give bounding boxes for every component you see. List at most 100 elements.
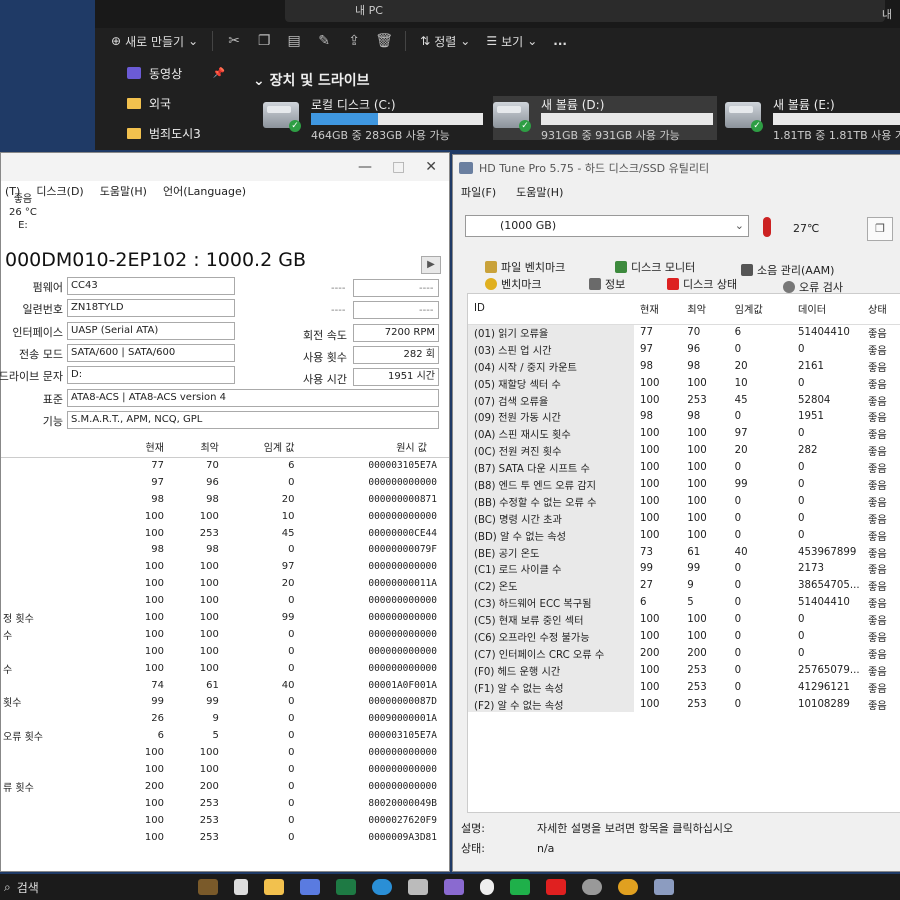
minimize-icon[interactable]: — bbox=[358, 159, 372, 175]
table-row[interactable]: 류 횟수 200 200 0 000000000000 bbox=[1, 778, 449, 795]
drive-c[interactable]: ✓ 로컬 디스크 (C:) 464GB 중 283GB 사용 가능 bbox=[263, 96, 489, 142]
table-row[interactable]: (F1) 알 수 없는 속성 100 253 0 41296121 좋음 bbox=[468, 678, 900, 696]
table-row[interactable]: (04) 시작 / 중지 카운트 98 98 20 2161 좋음 bbox=[468, 357, 900, 375]
table-row[interactable]: 100 253 0 80020000049B bbox=[1, 795, 449, 812]
tab-benchmark[interactable]: 벤치마크 bbox=[485, 276, 541, 292]
share-icon[interactable]: ⇪ bbox=[339, 33, 369, 49]
taskview-icon[interactable] bbox=[234, 879, 248, 895]
gallery-icon[interactable] bbox=[198, 879, 218, 895]
tab-health[interactable]: 디스크 상태 bbox=[667, 276, 737, 292]
table-row[interactable]: (BD) 알 수 없는 속성 100 100 0 0 좋음 bbox=[468, 526, 900, 544]
table-row[interactable]: (BC) 명령 시간 초과 100 100 0 0 좋음 bbox=[468, 509, 900, 527]
column-header[interactable]: 최악 bbox=[681, 294, 729, 325]
copy-icon[interactable]: ❐ bbox=[249, 33, 279, 49]
util-icon[interactable] bbox=[654, 879, 674, 895]
table-row[interactable]: 100 253 0 0000009A3D81 bbox=[1, 829, 449, 846]
column-header[interactable]: 임계값 bbox=[728, 294, 792, 325]
play-icon[interactable]: ▶ bbox=[421, 256, 441, 274]
naver-icon[interactable] bbox=[510, 879, 530, 895]
sidebar-item-videos[interactable]: 동영상 📌 bbox=[95, 58, 245, 88]
table-row[interactable]: (BE) 공기 온도 73 61 40 453967899 좋음 bbox=[468, 543, 900, 561]
column-header[interactable]: 원시 값 bbox=[306, 437, 449, 458]
column-header[interactable]: 데이터 bbox=[792, 294, 862, 325]
table-row[interactable]: (B7) SATA 다운 시프트 수 100 100 0 0 좋음 bbox=[468, 459, 900, 477]
table-row[interactable]: 100 100 0 000000000000 bbox=[1, 643, 449, 660]
sidebar-item-crime-city[interactable]: 범죄도시3 bbox=[95, 118, 245, 148]
drive-health-button[interactable]: 좋음 26 °C E: bbox=[9, 193, 37, 232]
column-header[interactable]: 현재 bbox=[634, 294, 682, 325]
table-row[interactable]: (03) 스핀 업 시간 97 96 0 0 좋음 bbox=[468, 340, 900, 358]
table-row[interactable]: (C2) 온도 27 9 0 38654705... 좋음 bbox=[468, 577, 900, 595]
table-row[interactable]: (F0) 헤드 운행 시간 100 253 0 25765079... 좋음 bbox=[468, 661, 900, 679]
column-header[interactable] bbox=[1, 437, 121, 458]
copy-button[interactable]: ❐ bbox=[867, 217, 893, 241]
menu-item-help[interactable]: 도움말(H) bbox=[516, 184, 563, 200]
table-row[interactable]: (0C) 전원 켜진 횟수 100 100 20 282 좋음 bbox=[468, 442, 900, 460]
table-row[interactable]: (C7) 인터페이스 CRC 오류 수 200 200 0 0 좋음 bbox=[468, 644, 900, 662]
chrome-icon[interactable] bbox=[618, 879, 638, 895]
sort-button[interactable]: ⇅ 정렬 ⌄ bbox=[412, 33, 478, 50]
table-row[interactable]: (09) 전원 가동 시간 98 98 0 1951 좋음 bbox=[468, 408, 900, 426]
table-row[interactable]: 74 61 40 00001A0F001A bbox=[1, 677, 449, 694]
table-row[interactable]: (C1) 로드 사이클 수 99 99 0 2173 좋음 bbox=[468, 560, 900, 578]
view-button[interactable]: ☰ 보기 ⌄ bbox=[478, 33, 545, 50]
table-row[interactable]: 정 횟수 100 100 99 000000000000 bbox=[1, 609, 449, 626]
menu-item-file[interactable]: 파일(F) bbox=[461, 184, 496, 200]
drive-e[interactable]: ✓ 새 볼륨 (E:) 1.81TB 중 1.81TB 사용 가능 bbox=[725, 96, 900, 142]
table-row[interactable]: 100 100 0 000000000000 bbox=[1, 744, 449, 761]
table-row[interactable]: (B8) 엔드 투 엔드 오류 감지 100 100 99 0 좋음 bbox=[468, 476, 900, 493]
column-header[interactable]: 임계 값 bbox=[230, 437, 307, 458]
sidebar-item-foreign[interactable]: 외국 bbox=[95, 88, 245, 118]
folder-icon[interactable] bbox=[264, 879, 284, 895]
more-button[interactable]: ... bbox=[545, 34, 575, 48]
column-header[interactable]: ID bbox=[468, 294, 634, 325]
taskbar-search[interactable]: ⌕ 검색 bbox=[0, 879, 190, 896]
table-row[interactable]: 98 98 20 000000000871 bbox=[1, 491, 449, 508]
table-row[interactable]: 오류 횟수 6 5 0 000003105E7A bbox=[1, 727, 449, 744]
address-bar[interactable]: 내 PC bbox=[285, 0, 885, 22]
table-row[interactable]: 100 100 0 000000000000 bbox=[1, 592, 449, 609]
chat-icon[interactable] bbox=[480, 879, 494, 895]
store-icon[interactable] bbox=[408, 879, 428, 895]
table-row[interactable]: 100 253 0 0000027620F9 bbox=[1, 812, 449, 829]
drive-d[interactable]: ✓ 새 볼륨 (D:) 931GB 중 931GB 사용 가능 bbox=[493, 96, 717, 142]
table-row[interactable]: (07) 검색 오류율 100 253 45 52804 좋음 bbox=[468, 391, 900, 409]
menu-item-help[interactable]: 도움말(H) bbox=[100, 183, 147, 199]
menu-item-language[interactable]: 언어(Language) bbox=[163, 183, 246, 199]
section-title[interactable]: ⌄ 장치 및 드라이브 bbox=[253, 70, 370, 90]
youtube-icon[interactable] bbox=[546, 879, 566, 895]
copilot-icon[interactable] bbox=[300, 879, 320, 895]
close-icon[interactable]: ✕ bbox=[425, 159, 437, 175]
tab-info[interactable]: 정보 bbox=[589, 276, 625, 292]
column-header[interactable]: 최악 bbox=[175, 437, 231, 458]
edge-icon[interactable] bbox=[372, 879, 392, 895]
rename-icon[interactable]: ✎ bbox=[309, 33, 339, 49]
table-row[interactable]: 수 100 100 0 000000000000 bbox=[1, 660, 449, 677]
tab-aam[interactable]: 소음 관리(AAM) bbox=[741, 262, 834, 278]
table-row[interactable]: 100 100 0 000000000000 bbox=[1, 761, 449, 778]
table-row[interactable]: 횟수 99 99 0 00000000087D bbox=[1, 693, 449, 710]
cut-icon[interactable]: ✂ bbox=[219, 33, 249, 49]
table-row[interactable]: (C3) 하드웨어 ECC 복구됨 6 5 0 51404410 좋음 bbox=[468, 594, 900, 612]
table-row[interactable]: 26 9 0 00090000001A bbox=[1, 710, 449, 727]
table-row[interactable]: (C6) 오프라인 수정 불가능 100 100 0 0 좋음 bbox=[468, 628, 900, 645]
paste-icon[interactable]: ▤ bbox=[279, 33, 309, 49]
table-row[interactable]: 100 100 97 000000000000 bbox=[1, 558, 449, 575]
table-row[interactable]: 97 96 0 000000000000 bbox=[1, 474, 449, 491]
settings-icon[interactable] bbox=[582, 879, 602, 895]
delete-icon[interactable]: 🗑 bbox=[369, 33, 399, 49]
table-row[interactable]: 100 100 20 00000000011A bbox=[1, 575, 449, 592]
photos-icon[interactable] bbox=[444, 879, 464, 895]
tab-file-benchmark[interactable]: 파일 벤치마크 bbox=[485, 259, 565, 275]
table-row[interactable]: 98 98 0 00000000079F bbox=[1, 541, 449, 558]
table-row[interactable]: (0A) 스핀 재시도 횟수 100 100 97 0 좋음 bbox=[468, 425, 900, 443]
table-row[interactable]: 100 253 45 00000000CE44 bbox=[1, 525, 449, 542]
new-button[interactable]: ⊕ 새로 만들기 ⌄ bbox=[95, 33, 206, 50]
table-row[interactable]: 100 100 10 000000000000 bbox=[1, 508, 449, 525]
table-row[interactable]: (01) 읽기 오류율 77 70 6 51404410 좋음 bbox=[468, 324, 900, 341]
column-header[interactable]: 상태 bbox=[862, 294, 900, 325]
table-row[interactable]: 77 70 6 000003105E7A bbox=[1, 457, 449, 474]
table-row[interactable]: (BB) 수정할 수 없는 오류 수 100 100 0 0 좋음 bbox=[468, 492, 900, 510]
table-row[interactable]: 수 100 100 0 000000000000 bbox=[1, 626, 449, 643]
table-row[interactable]: (C5) 현재 보류 중인 섹터 100 100 0 0 좋음 bbox=[468, 611, 900, 629]
